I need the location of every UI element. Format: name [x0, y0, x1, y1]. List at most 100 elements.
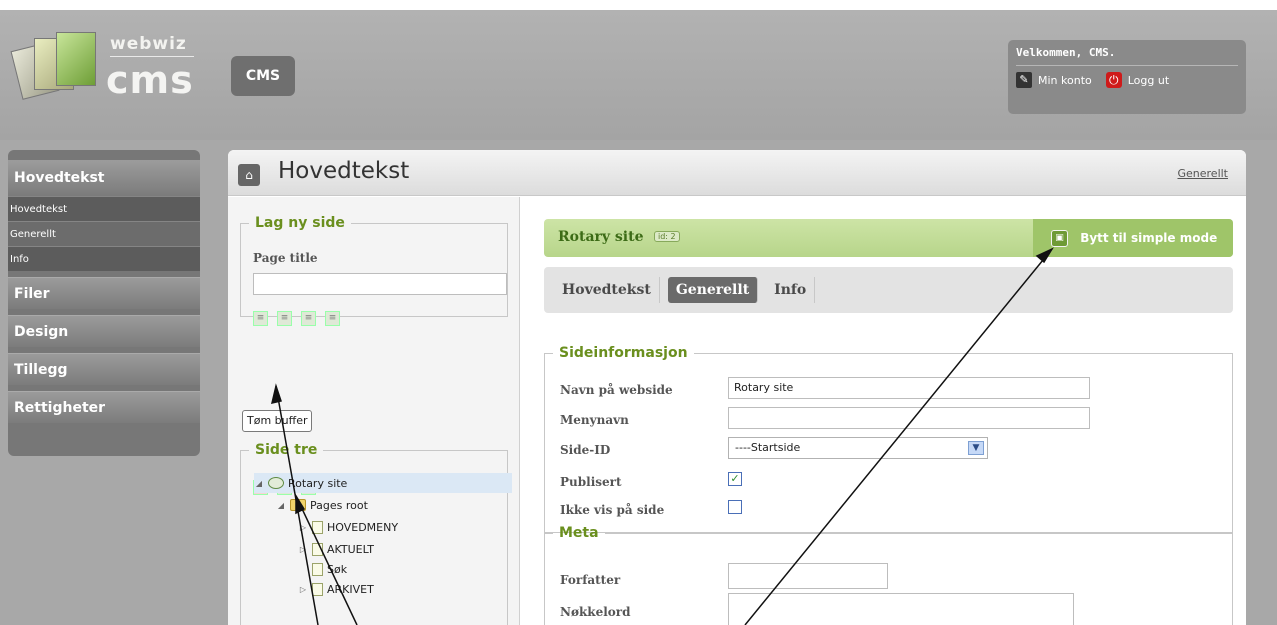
user-links: ✎ Min konto ⏻ Logg ut	[1016, 72, 1238, 88]
expand-icon[interactable]: ▷	[298, 523, 308, 532]
web-name-label: Navn på webside	[560, 383, 673, 397]
collapse-icon[interactable]: ◢	[276, 501, 286, 510]
author-row: Forfatter	[536, 563, 1246, 593]
logo-sheet-3	[56, 32, 96, 86]
menu-name-label: Menynavn	[560, 413, 629, 427]
right-column: Rotary site id: 2 ▣ Bytt til simple mode…	[536, 197, 1246, 625]
menu-name-row: Menynavn	[536, 407, 1246, 433]
page-id-label: Side-ID	[560, 443, 611, 457]
logo-sheets-icon	[10, 32, 98, 100]
author-label: Forfatter	[560, 573, 621, 587]
published-checkbox[interactable]: ✓	[728, 472, 742, 486]
new-page-legend: Lag ny side	[255, 215, 345, 231]
tab-generellt[interactable]: Generellt	[667, 277, 759, 303]
page-id-select[interactable]: ----Startside ▼	[728, 437, 988, 459]
nav-item-tillegg[interactable]: Tillegg	[8, 353, 200, 385]
published-row: Publisert ✓	[536, 469, 1246, 495]
simple-mode-icon: ▣	[1051, 230, 1068, 247]
hide-label: Ikke vis på side	[560, 503, 665, 517]
folder-icon	[290, 499, 306, 511]
new-page-toolbar: ≡ ≡ ≡ ≡	[253, 311, 349, 326]
nav-subitem-generellt[interactable]: Generellt	[8, 221, 200, 246]
tabs-bar: Hovedtekst Generellt Info	[544, 267, 1233, 313]
welcome-text: Velkommen, CMS.	[1016, 46, 1116, 59]
tree-node-arkivet[interactable]: ▷ ARKIVET	[298, 579, 374, 599]
simple-mode-button[interactable]: ▣ Bytt til simple mode	[1033, 219, 1233, 257]
tree-node-label: AKTUELT	[327, 542, 374, 556]
site-icon	[268, 477, 284, 489]
web-name-row: Navn på webside Rotary site	[536, 377, 1246, 403]
add-sibling-page-icon[interactable]: ≡	[325, 311, 340, 326]
main-panel: ⌂ Hovedtekst Generellt Lag ny side Page …	[228, 150, 1246, 625]
tree-node-sok[interactable]: Søk	[312, 559, 347, 579]
tree-node-label: Rotary site	[288, 476, 348, 490]
logout-link[interactable]: Logg ut	[1128, 74, 1169, 87]
page-icon	[312, 582, 323, 596]
add-page-below-icon[interactable]: ≡	[277, 311, 292, 326]
page-title-input[interactable]	[253, 273, 507, 295]
webwiz-logo[interactable]: webwiz cms	[10, 20, 202, 102]
my-account-link[interactable]: Min konto	[1038, 74, 1092, 87]
tab-hovedtekst[interactable]: Hovedtekst	[554, 277, 660, 303]
tree-node-hovedmeny[interactable]: ▷ HOVEDMENY	[298, 517, 398, 537]
page-id-value: ----Startside	[735, 441, 801, 454]
power-icon: ⏻	[1105, 72, 1122, 88]
tree-node-label: HOVEDMENY	[327, 520, 399, 534]
cms-badge: CMS	[231, 56, 295, 96]
clear-buffer-button[interactable]: Tøm buffer	[242, 410, 313, 432]
page-id-row: Side-ID ----Startside ▼	[536, 437, 1246, 463]
nav-item-rettigheter[interactable]: Rettigheter	[8, 391, 200, 423]
site-name: Rotary site	[558, 229, 644, 245]
tree-node-aktuelt[interactable]: ▷ AKTUELT	[298, 539, 374, 559]
nav-item-design[interactable]: Design	[8, 315, 200, 347]
sideinfo-legend: Sideinformasjon	[559, 345, 688, 361]
page-icon	[312, 562, 323, 576]
main-header: ⌂ Hovedtekst Generellt	[228, 150, 1246, 196]
nav-section-hovedtekst[interactable]: Hovedtekst	[8, 160, 200, 196]
web-name-input[interactable]: Rotary site	[728, 377, 1090, 399]
published-label: Publisert	[560, 475, 622, 489]
collapse-icon[interactable]: ◢	[254, 479, 264, 488]
wrench-icon: ✎	[1016, 72, 1032, 88]
page-title-label: Page title	[253, 251, 318, 265]
hide-row: Ikke vis på side	[536, 497, 1246, 523]
hide-checkbox[interactable]	[728, 500, 742, 514]
page-title: Hovedtekst	[278, 158, 410, 184]
header: webwiz cms CMS Velkommen, CMS. ✎ Min kon…	[0, 10, 1277, 140]
keywords-row: Nøkkelord	[536, 593, 1246, 625]
nav-item-filer[interactable]: Filer	[8, 277, 200, 309]
left-column: Lag ny side Page title ≡ ≡ ≡ ≡ Tøm buffe…	[228, 197, 520, 625]
tree-node-label: Søk	[327, 562, 348, 576]
generellt-link[interactable]: Generellt	[1177, 167, 1228, 180]
tree-node-pages-root[interactable]: ◢ Pages root	[276, 495, 368, 515]
expand-icon[interactable]: ▷	[298, 585, 308, 594]
page-icon	[312, 542, 323, 556]
tree-node-rotary-site[interactable]: ◢ Rotary site	[254, 473, 512, 493]
meta-legend: Meta	[559, 525, 599, 541]
logo-text-big: cms	[106, 58, 194, 102]
logo-text-small: webwiz	[110, 34, 187, 54]
nav-subitem-info[interactable]: Info	[8, 246, 200, 271]
add-page-above-icon[interactable]: ≡	[253, 311, 268, 326]
author-input[interactable]	[728, 563, 888, 589]
add-child-page-icon[interactable]: ≡	[301, 311, 316, 326]
keywords-label: Nøkkelord	[560, 605, 631, 619]
site-id-badge: id: 2	[654, 231, 680, 242]
home-icon[interactable]: ⌂	[238, 164, 260, 186]
user-box: Velkommen, CMS. ✎ Min konto ⏻ Logg ut	[1008, 40, 1246, 114]
tree-node-label: ARKIVET	[327, 582, 374, 596]
user-box-divider	[1016, 65, 1238, 66]
tree-node-label: Pages root	[310, 498, 368, 512]
nav-subitem-hovedtekst[interactable]: Hovedtekst	[8, 196, 200, 221]
page-icon	[312, 520, 323, 534]
site-bar: Rotary site id: 2 ▣ Bytt til simple mode	[544, 219, 1233, 257]
dropdown-arrow-icon[interactable]: ▼	[968, 441, 984, 455]
left-navigation: Hovedtekst Hovedtekst Generellt Info Fil…	[8, 150, 200, 456]
expand-icon[interactable]: ▷	[298, 545, 308, 554]
keywords-input[interactable]	[728, 593, 1074, 625]
new-page-box: Lag ny side Page title ≡ ≡ ≡ ≡	[240, 215, 508, 326]
logo-divider	[110, 56, 194, 57]
page-tree-legend: Side tre	[255, 442, 318, 458]
menu-name-input[interactable]	[728, 407, 1090, 429]
tab-info[interactable]: Info	[766, 277, 816, 303]
